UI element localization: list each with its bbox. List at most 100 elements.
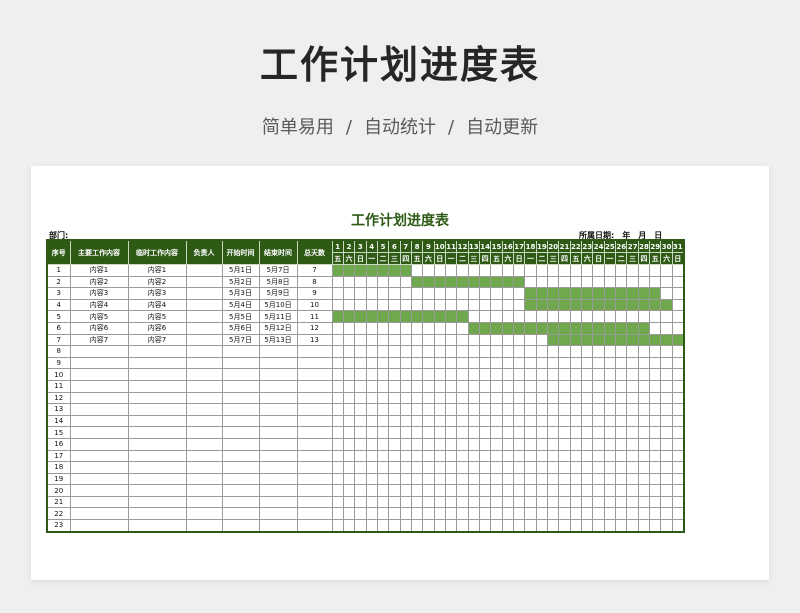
day-cell[interactable]	[512, 345, 526, 358]
day-cell[interactable]	[444, 321, 458, 335]
day-cell[interactable]	[637, 426, 651, 439]
day-cell[interactable]	[660, 472, 673, 486]
day-cell[interactable]	[671, 403, 685, 416]
day-cell[interactable]	[501, 414, 515, 428]
cell-main[interactable]	[69, 426, 129, 439]
gantt-bar-cell[interactable]	[581, 287, 594, 300]
cell-temp[interactable]	[127, 345, 187, 358]
day-cell[interactable]	[456, 379, 469, 393]
day-cell[interactable]	[535, 426, 549, 439]
day-cell[interactable]	[388, 321, 401, 335]
day-cell[interactable]	[512, 495, 526, 509]
cell-temp[interactable]: 内容1	[127, 264, 187, 277]
day-cell[interactable]	[535, 484, 549, 497]
day-cell[interactable]	[467, 403, 480, 416]
gantt-bar-cell[interactable]	[376, 264, 390, 277]
day-cell[interactable]	[433, 414, 446, 428]
day-cell[interactable]	[637, 507, 651, 521]
day-cell[interactable]	[444, 403, 458, 416]
gantt-bar-cell[interactable]	[535, 321, 549, 335]
cell-temp[interactable]: 内容4	[127, 298, 187, 312]
cell-no[interactable]: 3	[46, 287, 71, 300]
day-cell[interactable]	[399, 507, 412, 521]
day-cell[interactable]	[671, 426, 685, 439]
day-cell[interactable]	[671, 449, 685, 463]
day-cell[interactable]	[342, 368, 356, 381]
gantt-bar-cell[interactable]	[524, 287, 537, 300]
day-cell[interactable]	[512, 333, 526, 347]
day-cell[interactable]	[444, 414, 458, 428]
cell-start[interactable]	[221, 507, 260, 521]
day-cell[interactable]	[558, 519, 571, 533]
day-cell[interactable]	[478, 356, 492, 370]
day-cell[interactable]	[626, 310, 639, 323]
cell-end[interactable]: 5月9日	[258, 287, 298, 300]
day-cell[interactable]	[410, 472, 424, 486]
day-cell[interactable]	[592, 449, 605, 463]
day-cell[interactable]	[512, 287, 526, 300]
day-cell[interactable]	[410, 426, 424, 439]
day-cell[interactable]	[444, 379, 458, 393]
cell-start[interactable]	[221, 437, 260, 451]
day-cell[interactable]	[615, 484, 628, 497]
day-cell[interactable]	[342, 321, 356, 335]
day-cell[interactable]	[501, 298, 515, 312]
day-cell[interactable]	[501, 495, 515, 509]
day-cell[interactable]	[558, 414, 571, 428]
day-cell[interactable]	[354, 345, 367, 358]
day-cell[interactable]	[524, 368, 537, 381]
cell-owner[interactable]	[185, 472, 223, 486]
cell-temp[interactable]	[127, 426, 187, 439]
day-cell[interactable]	[342, 507, 356, 521]
day-cell[interactable]	[524, 426, 537, 439]
day-cell[interactable]	[388, 519, 401, 533]
cell-temp[interactable]	[127, 356, 187, 370]
day-cell[interactable]	[524, 449, 537, 463]
day-cell[interactable]	[660, 264, 673, 277]
day-cell[interactable]	[535, 461, 549, 474]
day-cell[interactable]	[649, 379, 662, 393]
day-cell[interactable]	[603, 426, 617, 439]
day-cell[interactable]	[501, 472, 515, 486]
day-cell[interactable]	[376, 495, 390, 509]
day-cell[interactable]	[524, 461, 537, 474]
day-cell[interactable]	[410, 461, 424, 474]
day-cell[interactable]	[444, 507, 458, 521]
day-cell[interactable]	[433, 298, 446, 312]
day-cell[interactable]	[376, 287, 390, 300]
day-cell[interactable]	[535, 391, 549, 405]
day-cell[interactable]	[512, 414, 526, 428]
day-cell[interactable]	[354, 519, 367, 533]
cell-main[interactable]: 内容6	[69, 321, 129, 335]
day-cell[interactable]	[399, 379, 412, 393]
day-cell[interactable]	[478, 391, 492, 405]
day-cell[interactable]	[637, 368, 651, 381]
day-cell[interactable]	[456, 414, 469, 428]
day-cell[interactable]	[558, 437, 571, 451]
day-cell[interactable]	[671, 414, 685, 428]
cell-end[interactable]: 5月13日	[258, 333, 298, 347]
day-cell[interactable]	[478, 414, 492, 428]
day-cell[interactable]	[581, 368, 594, 381]
day-cell[interactable]	[354, 449, 367, 463]
day-cell[interactable]	[535, 310, 549, 323]
day-cell[interactable]	[433, 484, 446, 497]
day-cell[interactable]	[410, 449, 424, 463]
gantt-bar-cell[interactable]	[547, 321, 560, 335]
cell-owner[interactable]	[185, 287, 223, 300]
cell-end[interactable]: 5月8日	[258, 275, 298, 289]
day-cell[interactable]	[410, 507, 424, 521]
day-cell[interactable]	[433, 495, 446, 509]
cell-start[interactable]: 5月6日	[221, 321, 260, 335]
day-cell[interactable]	[649, 356, 662, 370]
day-cell[interactable]	[331, 298, 344, 312]
day-cell[interactable]	[637, 519, 651, 533]
day-cell[interactable]	[569, 403, 583, 416]
day-cell[interactable]	[660, 287, 673, 300]
day-cell[interactable]	[467, 495, 480, 509]
cell-owner[interactable]	[185, 461, 223, 474]
cell-main[interactable]	[69, 403, 129, 416]
day-cell[interactable]	[501, 403, 515, 416]
cell-main[interactable]	[69, 345, 129, 358]
day-cell[interactable]	[524, 264, 537, 277]
